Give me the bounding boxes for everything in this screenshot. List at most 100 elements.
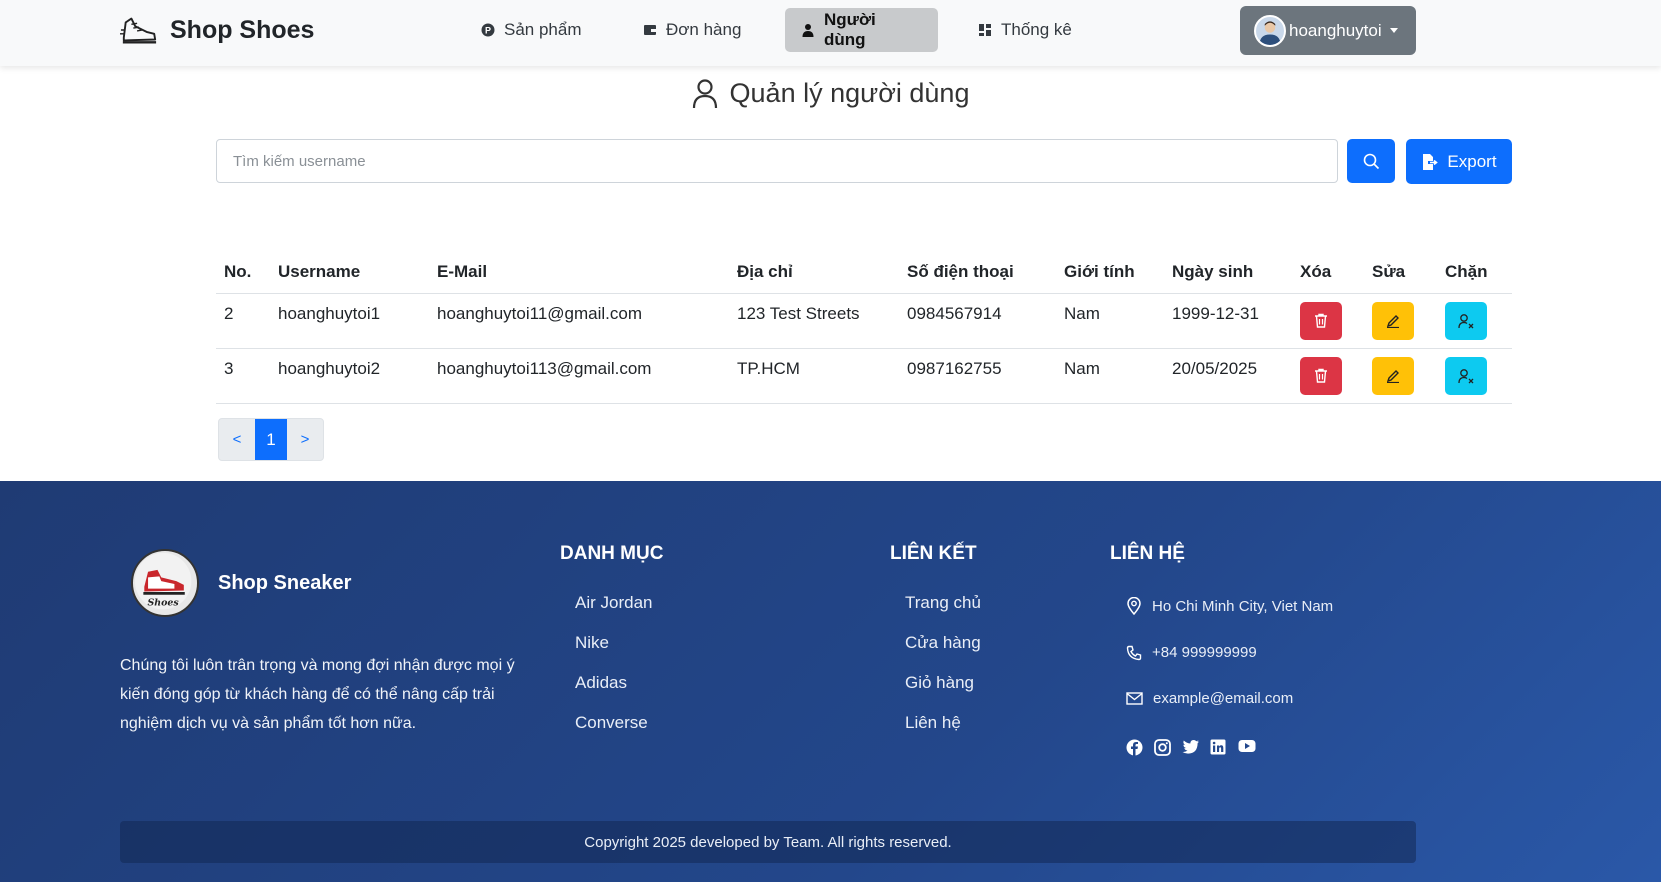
cell-edit [1364, 348, 1437, 404]
prev-page-button[interactable]: < [219, 419, 255, 460]
email-icon [1126, 692, 1143, 705]
column-header: Ngày sinh [1164, 252, 1292, 294]
cell-no: 2 [216, 293, 270, 349]
wallet-icon [644, 25, 656, 35]
nav-item-statistics[interactable]: Thống kê [962, 8, 1088, 52]
contact-email-text: example@email.com [1153, 690, 1294, 707]
phone-icon [1126, 645, 1142, 660]
dashboard-icon [979, 24, 991, 36]
cell-email: hoanghuytoi11@gmail.com [429, 293, 729, 349]
shoe-logo-icon [120, 17, 157, 44]
cell-block [1437, 293, 1512, 349]
pagination: < 1 > [218, 418, 324, 461]
page-title-text: Quản lý người dùng [729, 78, 970, 108]
links-heading: LIÊN KẾT [890, 543, 977, 564]
delete-button[interactable] [1300, 356, 1342, 395]
page-title: Quản lý người dùng [0, 78, 1661, 109]
block-user-button[interactable] [1445, 301, 1487, 340]
cell-phone: 0984567914 [899, 293, 1056, 349]
table-row: 3 hoanghuytoi2 hoanghuytoi113@gmail.com … [216, 348, 1512, 404]
top-navbar: Shop Shoes P Sản phẩm Đơn hàng Người dùn… [0, 0, 1661, 66]
category-link[interactable]: Converse [575, 713, 648, 733]
column-header: Giới tính [1056, 252, 1164, 294]
cell-gender: Nam [1056, 348, 1164, 404]
search-icon [1363, 153, 1379, 169]
search-input[interactable] [216, 139, 1338, 183]
column-header: E-Mail [429, 252, 729, 294]
column-header: Sửa [1364, 252, 1437, 294]
contact-email: example@email.com [1126, 690, 1293, 707]
categories-heading: DANH MỤC [560, 543, 664, 564]
brand[interactable]: Shop Shoes [120, 12, 314, 48]
cell-dob: 1999-12-31 [1164, 293, 1292, 349]
nav-item-products[interactable]: P Sản phẩm [465, 8, 598, 52]
footer-brand: Shop Sneaker [218, 572, 352, 594]
user-menu-button[interactable]: hoanghuytoi [1240, 6, 1416, 55]
footer: Shoes Shop Sneaker Chúng tôi luôn trân t… [0, 481, 1661, 882]
pencil-icon [1386, 314, 1399, 328]
cell-address: TP.HCM [729, 348, 899, 404]
page-button-current[interactable]: 1 [255, 419, 287, 460]
brand-title: Shop Shoes [170, 15, 315, 44]
contact-address-text: Ho Chi Minh City, Viet Nam [1152, 597, 1334, 615]
avatar [1254, 14, 1286, 47]
contact-phone-text: +84 999999999 [1152, 644, 1257, 661]
category-link[interactable]: Adidas [575, 673, 627, 693]
category-link[interactable]: Air Jordan [575, 593, 652, 613]
edit-button[interactable] [1372, 356, 1414, 395]
column-header: Số điện thoại [899, 252, 1056, 294]
column-header: Xóa [1292, 252, 1364, 294]
cell-username: hoanghuytoi1 [270, 293, 429, 349]
edit-button[interactable] [1372, 301, 1414, 340]
social-links [1126, 739, 1256, 756]
export-label: Export [1447, 151, 1497, 171]
nav-item-orders[interactable]: Đơn hàng [627, 8, 757, 52]
cell-dob: 20/05/2025 [1164, 348, 1292, 404]
table-header-row: No. Username E-Mail Địa chỉ Số điện thoạ… [216, 252, 1512, 294]
search-button[interactable] [1347, 139, 1395, 183]
contact-address: Ho Chi Minh City, Viet Nam [1126, 597, 1333, 615]
cell-email: hoanghuytoi113@gmail.com [429, 348, 729, 404]
footer-link[interactable]: Giỏ hàng [905, 673, 974, 693]
cell-phone: 0987162755 [899, 348, 1056, 404]
location-pin-icon [1127, 597, 1141, 615]
category-link[interactable]: Nike [575, 633, 609, 653]
nav-item-users[interactable]: Người dùng [785, 8, 938, 52]
svg-text:Shoes: Shoes [148, 598, 180, 609]
contact-phone: +84 999999999 [1126, 644, 1257, 661]
column-header: Username [270, 252, 429, 294]
cell-block [1437, 348, 1512, 404]
nav-item-label: Đơn hàng [666, 20, 742, 39]
trash-icon [1315, 368, 1327, 383]
cell-delete [1292, 293, 1364, 349]
column-header: No. [216, 252, 270, 294]
nav-item-label: Sản phẩm [504, 20, 582, 39]
delete-button[interactable] [1300, 301, 1342, 340]
block-user-button[interactable] [1445, 356, 1487, 395]
trash-icon [1315, 313, 1327, 328]
instagram-icon[interactable] [1154, 739, 1171, 756]
product-icon: P [481, 23, 495, 37]
nav-item-label: Người dùng [824, 10, 876, 49]
twitter-icon[interactable] [1182, 739, 1199, 756]
footer-link[interactable]: Liên hệ [905, 713, 961, 733]
chevron-down-icon [1389, 28, 1398, 33]
footer-link[interactable]: Trang chủ [905, 593, 981, 613]
facebook-icon[interactable] [1126, 739, 1143, 756]
cell-delete [1292, 348, 1364, 404]
table-row: 2 hoanghuytoi1 hoanghuytoi11@gmail.com 1… [216, 293, 1512, 349]
copyright-bar: Copyright 2025 developed by Team. All ri… [120, 821, 1416, 863]
cell-no: 3 [216, 348, 270, 404]
pencil-icon [1386, 369, 1399, 383]
person-icon [692, 78, 717, 108]
footer-link[interactable]: Cửa hàng [905, 633, 981, 653]
youtube-icon[interactable] [1238, 739, 1256, 756]
svg-text:P: P [485, 26, 491, 36]
next-page-button[interactable]: > [287, 419, 323, 460]
export-button[interactable]: Export [1406, 139, 1512, 184]
nav-item-label: Thống kê [1001, 20, 1072, 39]
sneaker-logo-icon: Shoes [131, 549, 199, 617]
contact-heading: LIÊN HỆ [1110, 543, 1185, 564]
cell-address: 123 Test Streets [729, 293, 899, 349]
linkedin-icon[interactable] [1210, 739, 1227, 756]
